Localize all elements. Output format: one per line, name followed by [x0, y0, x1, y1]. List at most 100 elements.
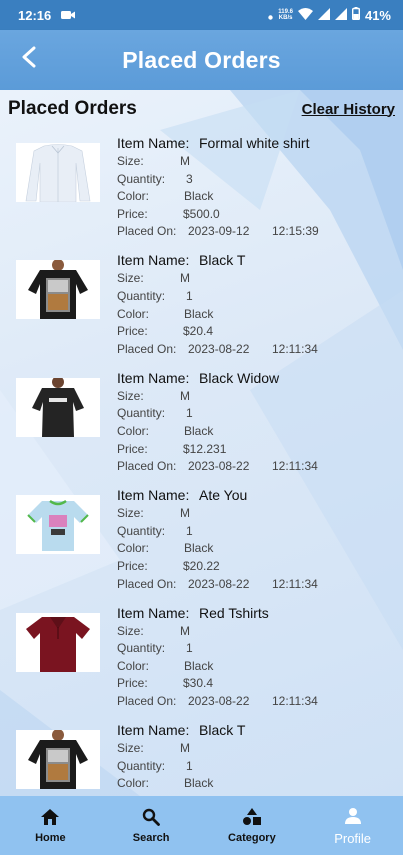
size-label: Size: — [117, 271, 144, 286]
section-title: Placed Orders — [8, 98, 137, 119]
section-header: Placed Orders Clear History — [8, 98, 395, 120]
quantity-value: 1 — [186, 758, 193, 773]
orders-content[interactable]: Placed Orders Clear History Item Name: Fo… — [0, 90, 403, 796]
color-label: Color: — [117, 189, 150, 204]
color-value: Black — [184, 658, 214, 673]
quantity-label: Quantity: — [117, 288, 166, 303]
item-name-label: Item Name: — [117, 721, 190, 738]
placed-on-label: Placed On: — [117, 459, 177, 474]
quantity-value: 1 — [186, 288, 193, 303]
battery-percent: 41% — [364, 7, 391, 23]
item-name: Black Widow — [199, 369, 280, 386]
color-label: Color: — [117, 423, 150, 438]
item-name: Formal white shirt — [199, 135, 310, 151]
size-label: Size: — [117, 623, 144, 638]
size-value: M — [180, 740, 190, 755]
product-image — [16, 260, 100, 320]
placed-on-label: Placed On: — [117, 693, 177, 708]
network-speed-unit: KB/s — [278, 15, 293, 21]
order-item[interactable]: Item Name: Black Widow Size: M Quantity: 1 … — [0, 370, 403, 487]
arrow-back-icon — [21, 46, 37, 73]
placed-time: 12:11:34 — [272, 459, 318, 474]
order-item[interactable]: Item Name: Black T Size: M Quantity: 1 Colo… — [0, 722, 403, 796]
size-value: M — [180, 623, 190, 638]
item-name-label: Item Name: — [117, 252, 190, 269]
quantity-value: 1 — [186, 641, 193, 656]
price-label: Price: — [117, 206, 148, 221]
network-speed: 119.6 KB/s — [278, 9, 293, 21]
placed-on-label: Placed On: — [117, 576, 177, 591]
item-name-label: Item Name: — [117, 369, 190, 386]
color-label: Color: — [117, 776, 150, 791]
price-label: Price: — [117, 676, 148, 691]
page-title: Placed Orders — [122, 46, 281, 73]
product-image — [16, 377, 100, 437]
size-value: M — [180, 506, 190, 521]
item-name: Red Tshirts — [199, 604, 269, 621]
nav-search[interactable]: Search — [101, 796, 202, 855]
nav-home[interactable]: Home — [0, 796, 101, 855]
clear-history-link[interactable]: Clear History — [302, 101, 395, 118]
nav-label-search: Search — [132, 832, 170, 844]
quantity-value: 1 — [186, 406, 193, 421]
category-icon — [242, 807, 262, 827]
price-label: Price: — [117, 558, 148, 573]
signal-icon — [317, 7, 330, 23]
camera-icon — [61, 8, 76, 23]
status-time: 12:16 — [18, 7, 52, 23]
quantity-label: Quantity: — [117, 758, 166, 773]
quantity-label: Quantity: — [117, 171, 166, 186]
product-image — [16, 495, 100, 555]
product-image — [16, 143, 100, 202]
nav-label-home: Home — [35, 832, 66, 844]
order-item[interactable]: Item Name: Black T Size: M Quantity: 1 Colo… — [0, 252, 403, 369]
price-label: Price: — [117, 324, 148, 339]
nav-label-profile: Profile — [334, 830, 372, 846]
size-label: Size: — [117, 154, 144, 168]
orders-list: Item Name: Formal white shirt Size: M Quan… — [0, 135, 403, 796]
item-name: Black T — [199, 721, 246, 738]
nav-category[interactable]: Category — [202, 796, 303, 855]
order-item[interactable]: Item Name: Ate You Size: M Quantity: 1 Colo… — [0, 487, 403, 604]
item-name: Ate You — [199, 487, 248, 504]
status-bar: 12:16 119.6 KB/s 41% — [0, 0, 403, 30]
color-label: Color: — [117, 541, 150, 556]
placed-date: 2023-08-22 — [188, 693, 250, 708]
color-value: Black — [184, 541, 214, 556]
size-value: M — [180, 154, 190, 168]
item-name-label: Item Name: — [117, 604, 190, 621]
quantity-label: Quantity: — [117, 406, 166, 421]
size-label: Size: — [117, 506, 144, 521]
back-button[interactable] — [14, 44, 44, 74]
nav-label-category: Category — [228, 832, 276, 844]
placed-date: 2023-09-12 — [188, 224, 250, 239]
price-value: $20.4 — [183, 324, 214, 339]
price-value: $20.22 — [183, 558, 220, 573]
color-value: Black — [184, 306, 214, 321]
placed-time: 12:11:34 — [272, 693, 318, 708]
quantity-label: Quantity: — [117, 641, 166, 656]
dot-icon — [268, 8, 273, 23]
item-name-label: Item Name: — [117, 135, 190, 151]
product-image — [16, 612, 100, 672]
person-icon — [344, 806, 362, 826]
quantity-value: 3 — [186, 171, 193, 186]
size-value: M — [180, 271, 190, 286]
price-value: $12.231 — [183, 441, 227, 456]
color-label: Color: — [117, 658, 150, 673]
order-item[interactable]: Item Name: Red Tshirts Size: M Quantity: 1 … — [0, 605, 403, 722]
color-value: Black — [184, 189, 214, 204]
color-value: Black — [184, 776, 214, 791]
search-icon — [142, 807, 161, 827]
color-label: Color: — [117, 306, 150, 321]
battery-icon — [351, 7, 360, 23]
nav-profile[interactable]: Profile — [302, 796, 403, 855]
price-value: $30.4 — [183, 676, 214, 691]
item-name: Black T — [199, 252, 246, 269]
quantity-label: Quantity: — [117, 523, 166, 538]
app-bar: Placed Orders — [0, 30, 403, 90]
size-value: M — [180, 388, 190, 403]
order-item[interactable]: Item Name: Formal white shirt Size: M Quan… — [0, 135, 403, 252]
placed-time: 12:11:34 — [272, 576, 318, 591]
quantity-value: 1 — [186, 523, 193, 538]
